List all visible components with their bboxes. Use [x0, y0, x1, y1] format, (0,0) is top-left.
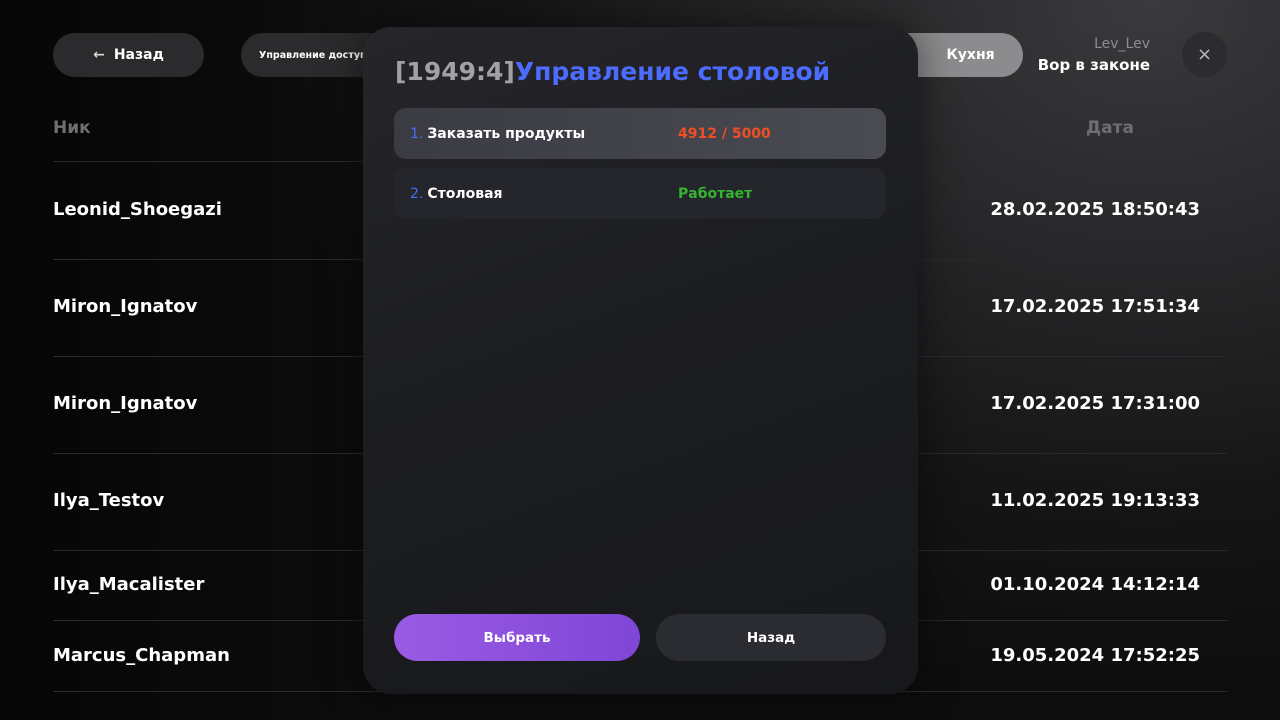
- dialog-title-name: Управление столовой: [514, 57, 831, 86]
- select-button[interactable]: Выбрать: [394, 614, 640, 661]
- table-row-nick: Ilya_Macalister: [53, 574, 205, 595]
- tab-kitchen-label: Кухня: [946, 47, 995, 63]
- menu-item-number: 2.: [410, 185, 424, 202]
- canteen-management-dialog: [1949:4]Управление столовой 1. Заказать …: [363, 27, 918, 694]
- user-info: Lev_Lev Вор в законе: [1038, 34, 1150, 76]
- background-shade: [0, 0, 420, 720]
- table-row-date: 28.02.2025 18:50:43: [990, 199, 1200, 220]
- user-nick: Lev_Lev: [1094, 36, 1150, 52]
- menu-item-number: 1.: [410, 125, 424, 142]
- back-button[interactable]: ← Назад: [53, 33, 204, 77]
- table-row-nick: Miron_Ignatov: [53, 393, 198, 414]
- table-row-date: 01.10.2024 14:12:14: [990, 574, 1200, 595]
- user-rank: Вор в законе: [1037, 56, 1150, 74]
- table-row-nick: Leonid_Shoegazi: [53, 199, 222, 220]
- menu-item-label: Столовая: [427, 185, 503, 202]
- dialog-title-code: [1949:4]: [395, 57, 515, 86]
- table-row-date: 17.02.2025 17:31:00: [990, 393, 1200, 414]
- close-icon: ×: [1196, 44, 1213, 65]
- table-row-date: 17.02.2025 17:51:34: [990, 296, 1200, 317]
- column-header-date: Дата: [1086, 118, 1134, 138]
- table-row-nick: Marcus_Chapman: [53, 645, 230, 666]
- menu-item-value: 4912 / 5000: [678, 125, 771, 142]
- arrow-left-icon: ←: [93, 47, 105, 63]
- menu-item-label: Заказать продукты: [427, 125, 586, 142]
- table-row-nick: Miron_Ignatov: [53, 296, 198, 317]
- table-row-date: 19.05.2024 17:52:25: [990, 645, 1200, 666]
- column-header-nick: Ник: [53, 118, 91, 138]
- select-button-label: Выбрать: [483, 629, 551, 646]
- menu-item-order-products[interactable]: 1. Заказать продукты 4912 / 5000: [394, 108, 886, 159]
- close-button[interactable]: ×: [1182, 32, 1227, 77]
- table-row-nick: Ilya_Testov: [53, 490, 165, 511]
- back-button-label: Назад: [113, 47, 164, 63]
- dialog-back-button-label: Назад: [746, 629, 796, 646]
- menu-item-canteen[interactable]: 2. Столовая Работает: [394, 168, 886, 219]
- dialog-title: [1949:4]Управление столовой: [395, 57, 830, 86]
- menu-item-value: Работает: [678, 185, 753, 202]
- table-row-date: 11.02.2025 19:13:33: [990, 490, 1200, 511]
- dialog-back-button[interactable]: Назад: [656, 614, 886, 661]
